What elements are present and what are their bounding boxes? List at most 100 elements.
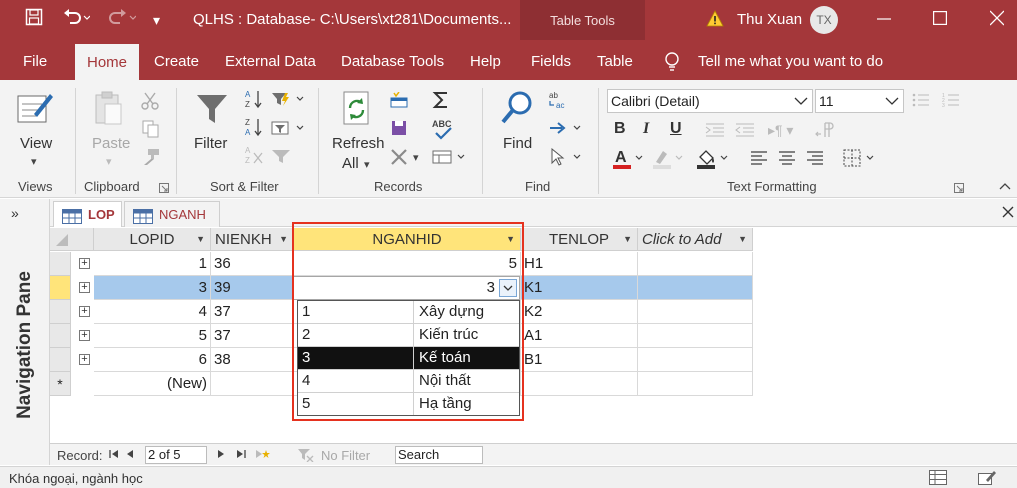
expand-subdatasheet-icon[interactable]: + [79,306,90,317]
clipboard-launcher-icon[interactable] [159,180,169,196]
list-item[interactable]: 1 Xây dựng [298,301,519,324]
spelling-icon[interactable]: ABC [432,118,454,143]
customize-qat-icon[interactable]: ▾ [153,8,160,32]
tab-help[interactable]: Help [470,40,501,80]
tab-fields[interactable]: Fields [531,40,571,80]
column-header-lopid[interactable]: LOPID ▼ [94,228,211,251]
list-item[interactable]: 5 Hạ tầng [298,393,519,416]
cell-nienkh[interactable]: 39 [211,276,294,300]
cell-nienkh[interactable]: 37 [211,300,294,324]
first-record-icon[interactable] [109,448,119,463]
paste-icon[interactable] [93,90,123,129]
cell-nienkh[interactable]: 36 [211,252,294,276]
row-selector[interactable] [50,300,71,324]
cell-nienkh[interactable]: 38 [211,348,294,372]
align-center-icon[interactable] [778,151,796,168]
last-record-icon[interactable] [236,448,246,463]
bold-icon[interactable]: B [614,120,626,138]
cell-lopid-new[interactable]: (New) [94,372,211,396]
tab-external-data[interactable]: External Data [225,40,316,80]
view-dropdown-icon[interactable]: ▾ [31,155,37,168]
find-button[interactable]: Find [503,135,532,152]
new-record-marker[interactable]: * [50,372,71,396]
cell-tenlop[interactable] [521,372,638,396]
next-record-icon[interactable] [217,448,225,463]
cell-nganhid[interactable]: 5 [294,252,521,276]
format-painter-icon[interactable] [142,148,160,169]
sort-descending-icon[interactable]: ZA [245,117,263,140]
paragraph-direction-icon[interactable]: ▸¶ ▾ [768,122,793,139]
chevron-down-icon[interactable]: ▼ [623,228,632,251]
row-selector[interactable] [50,252,71,276]
expand-subdatasheet-icon[interactable]: + [79,354,90,365]
column-header-tenlop[interactable]: TENLOP ▼ [521,228,638,251]
text-formatting-launcher-icon[interactable] [954,180,964,196]
tab-table[interactable]: Table [597,40,633,80]
navigation-pane-title[interactable]: Navigation Pane [14,271,36,419]
align-right-icon[interactable] [806,151,824,168]
refresh-all-label2[interactable]: All [342,155,359,172]
undo-icon[interactable] [62,8,91,32]
close-icon[interactable] [989,8,1005,31]
list-item[interactable]: 4 Nội thất [298,370,519,393]
numbering-icon[interactable]: 123 [942,92,960,111]
close-document-icon[interactable] [1002,202,1014,227]
find-icon[interactable] [500,90,536,129]
cell-new-column[interactable] [638,372,753,396]
cell-nienkh[interactable]: 37 [211,324,294,348]
totals-icon[interactable] [432,90,450,113]
cell-tenlop[interactable]: K1 [521,276,638,300]
italic-icon[interactable]: I [643,120,649,138]
copy-icon[interactable] [142,120,160,141]
cell-new-column[interactable] [638,276,753,300]
column-header-click-to-add[interactable]: Click to Add ▼ [638,228,753,251]
remove-sort-icon[interactable]: AZ [245,145,263,168]
font-size-select[interactable]: 11 [815,89,904,113]
collapse-ribbon-icon[interactable] [999,178,1011,194]
underline-icon[interactable]: U [670,120,682,138]
refresh-dropdown-icon[interactable]: ▾ [364,158,370,171]
datasheet-view-icon[interactable] [929,470,947,488]
expand-subdatasheet-icon[interactable]: + [79,282,90,293]
cell-nienkh[interactable] [211,372,294,396]
chevron-down-icon[interactable]: ▼ [279,228,288,251]
goto-icon[interactable] [548,120,584,139]
save-record-icon[interactable] [390,120,408,139]
font-name-select[interactable]: Calibri (Detail) [607,89,813,113]
expand-subdatasheet-icon[interactable]: + [79,330,90,341]
design-view-status-icon[interactable] [978,470,996,488]
maximize-icon[interactable] [933,8,948,31]
redo-icon[interactable] [106,8,137,32]
selection-filter-icon[interactable] [271,91,305,110]
view-button[interactable]: View [20,135,52,152]
row-selector[interactable] [50,276,71,300]
chevron-down-icon[interactable] [499,279,517,297]
cell-lopid[interactable]: 6 [94,348,211,372]
fill-color-icon[interactable] [696,148,730,173]
chevron-down-icon[interactable]: ▼ [738,228,747,251]
nganhid-lookup-combo[interactable]: 3 [293,276,520,300]
advanced-filter-icon[interactable] [271,120,305,139]
cell-new-column[interactable] [638,300,753,324]
toggle-filter-icon[interactable] [271,148,291,167]
new-record-nav-icon[interactable] [255,448,271,463]
cell-tenlop[interactable]: A1 [521,324,638,348]
sort-ascending-icon[interactable]: AZ [245,89,263,112]
warning-icon[interactable] [706,10,724,30]
doc-tab-nganh[interactable]: NGANH [124,201,220,227]
refresh-icon[interactable] [340,90,374,129]
more-records-icon[interactable] [432,149,466,168]
cell-lopid[interactable]: 3 [94,276,211,300]
rtl-icon[interactable] [815,122,835,141]
row-selector[interactable] [50,348,71,372]
delete-record-icon[interactable] [390,148,412,169]
align-left-icon[interactable] [750,151,768,168]
refresh-all-button[interactable]: Refresh [332,135,385,152]
cell-lopid[interactable]: 4 [94,300,211,324]
datasheet[interactable]: LOPID ▼ NIENKH ▼ NGANHID ▼ TENLOP ▼ Clic… [50,228,1017,443]
tab-database-tools[interactable]: Database Tools [341,40,444,80]
replace-icon[interactable]: ab ac [548,90,570,113]
cell-lopid[interactable]: 5 [94,324,211,348]
expand-nav-icon[interactable]: » [11,205,19,221]
font-color-icon[interactable]: A [612,148,646,173]
